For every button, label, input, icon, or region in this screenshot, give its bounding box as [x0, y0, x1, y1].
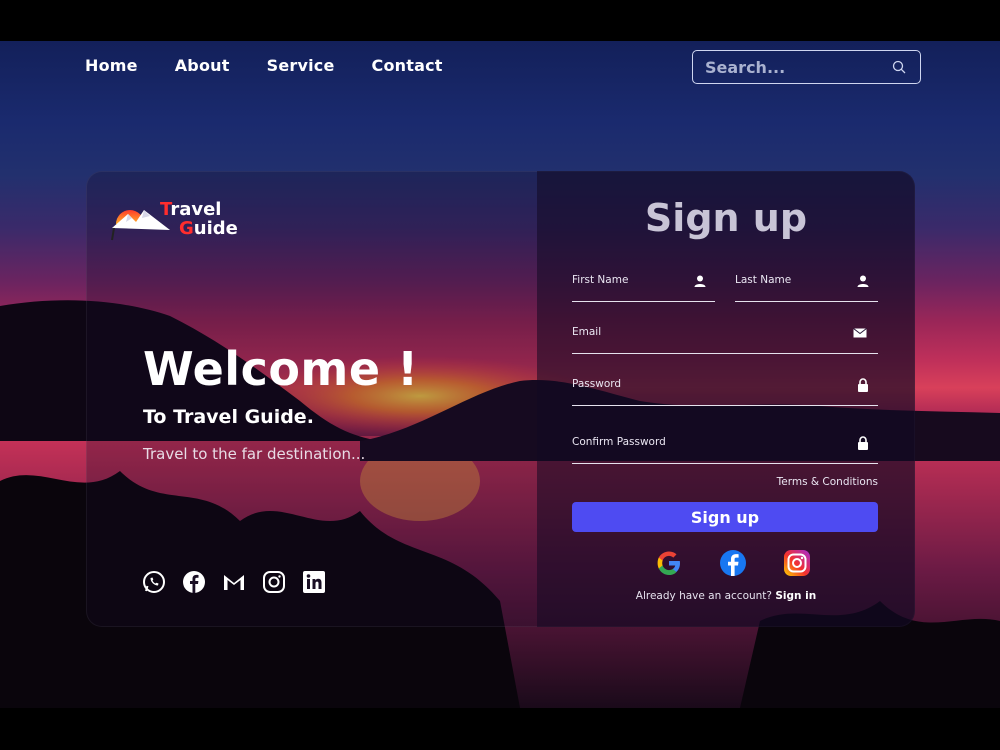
signin-link[interactable]: Sign in — [775, 590, 816, 602]
instagram-icon[interactable] — [262, 570, 286, 594]
nav-about[interactable]: About — [175, 56, 230, 75]
logo-rest-travel: ravel — [170, 199, 222, 220]
password-input[interactable] — [572, 372, 878, 405]
logo-text-travel: Travel — [160, 200, 221, 219]
linkedin-icon[interactable] — [302, 570, 326, 594]
whatsapp-icon[interactable] — [142, 570, 166, 594]
gmail-icon[interactable] — [222, 570, 246, 594]
terms-link[interactable]: Terms & Conditions — [700, 476, 878, 488]
search-box — [692, 50, 921, 84]
lock-icon — [858, 436, 868, 450]
email-input[interactable] — [572, 320, 878, 353]
welcome-heading: Welcome ! — [143, 342, 419, 396]
nav-service[interactable]: Service — [267, 56, 335, 75]
lock-icon — [858, 378, 868, 392]
nav-contact[interactable]: Contact — [372, 56, 443, 75]
user-icon — [857, 275, 869, 287]
google-icon[interactable] — [654, 548, 684, 578]
facebook-login-icon[interactable] — [718, 548, 748, 578]
confirm-password-input[interactable] — [572, 430, 878, 463]
bottom-band — [0, 708, 1000, 750]
main-nav: Home About Service Contact — [85, 56, 443, 75]
logo-rest-guide: uide — [193, 218, 238, 239]
user-icon — [694, 275, 706, 287]
already-text: Already have an account? — [635, 590, 772, 602]
welcome-subtitle: To Travel Guide. — [143, 406, 314, 428]
search-input[interactable] — [705, 57, 875, 77]
first-name-field[interactable]: First Name — [572, 268, 715, 302]
signup-title: Sign up — [644, 196, 808, 240]
signin-prompt: Already have an account? Sign in — [537, 590, 915, 602]
signup-button[interactable]: Sign up — [572, 502, 878, 532]
welcome-tagline: Travel to the far destination... — [143, 445, 366, 463]
email-field[interactable]: Email — [572, 320, 878, 354]
password-field[interactable]: Password — [572, 372, 878, 406]
search-icon[interactable] — [892, 60, 906, 74]
logo-text-guide: Guide — [179, 219, 238, 238]
confirm-password-field[interactable]: Confirm Password — [572, 430, 878, 464]
social-links — [142, 570, 326, 594]
instagram-login-icon[interactable] — [782, 548, 812, 578]
logo-cap-t: T — [160, 199, 171, 220]
last-name-field[interactable]: Last Name — [735, 268, 878, 302]
mail-icon — [853, 328, 867, 338]
nav-home[interactable]: Home — [85, 56, 138, 75]
top-band — [0, 0, 1000, 41]
facebook-icon[interactable] — [182, 570, 206, 594]
logo-cap-g: G — [179, 218, 194, 239]
